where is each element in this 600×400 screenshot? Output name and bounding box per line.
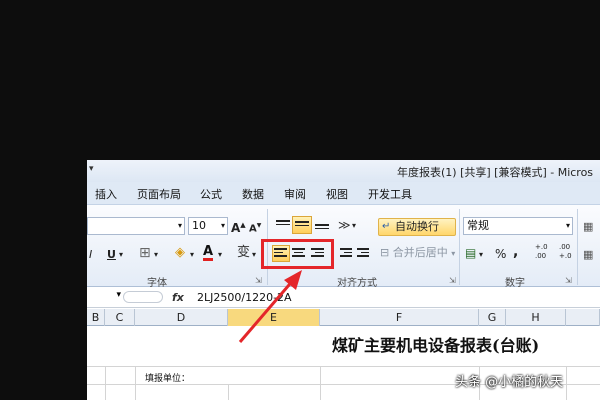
column-header-h[interactable]: H bbox=[506, 309, 566, 326]
tab-insert[interactable]: 插入 bbox=[95, 186, 117, 202]
chevron-down-icon[interactable]: ▾ bbox=[218, 247, 222, 263]
merge-center-button[interactable]: ⊟ 合并后居中 ▾ bbox=[380, 245, 455, 262]
decrease-indent-icon[interactable] bbox=[340, 248, 354, 260]
group-divider bbox=[577, 209, 578, 285]
fill-unit-label-cell[interactable]: 填报单位： bbox=[145, 371, 190, 384]
shrink-font-icon: A bbox=[249, 223, 257, 235]
column-header-d[interactable]: D bbox=[135, 309, 228, 326]
phonetic-guide-button[interactable]: 变 bbox=[237, 245, 250, 261]
title-bar: ▾ 年度报表(1) [共享] [兼容模式] - Micros bbox=[87, 160, 600, 182]
insert-function-button[interactable]: fx bbox=[172, 291, 184, 304]
grid-line bbox=[105, 366, 106, 400]
watermark-text: 头条 @小橘的秋天 bbox=[455, 375, 564, 390]
orientation-icon[interactable]: ≫ bbox=[338, 217, 351, 233]
group-divider bbox=[459, 209, 460, 285]
chevron-down-icon: ▾ bbox=[220, 221, 225, 230]
grid-line bbox=[320, 366, 321, 400]
increase-indent-icon[interactable] bbox=[357, 248, 371, 260]
tab-developer[interactable]: 开发工具 bbox=[368, 186, 412, 202]
ribbon: ▾ 10 ▾ A▲ A▼ I U ▾ ⊞ ▾ ◈ ▾ A ▾ 变 ▾ 字体 ⇲ bbox=[87, 204, 600, 289]
shrink-font-button[interactable]: A▼ bbox=[249, 218, 261, 237]
grid-line bbox=[566, 366, 567, 400]
font-size-value: 10 bbox=[192, 219, 206, 232]
decrease-decimal-button[interactable]: .00 +.0 bbox=[559, 243, 579, 261]
screen: ▾ 年度报表(1) [共享] [兼容模式] - Micros 插入 页面布局 公… bbox=[0, 0, 600, 400]
font-color-button[interactable]: A bbox=[203, 245, 214, 261]
formula-input[interactable]: 2LJ2500/1220-2A bbox=[197, 291, 292, 304]
column-header-i[interactable] bbox=[566, 309, 600, 326]
wrap-text-icon: ↵ bbox=[382, 221, 391, 232]
name-box[interactable]: ▾ bbox=[87, 289, 121, 305]
align-bottom-icon[interactable] bbox=[315, 224, 329, 236]
annotation-highlight-box bbox=[261, 239, 334, 269]
grow-font-icon: A bbox=[231, 221, 241, 235]
excel-window: ▾ 年度报表(1) [共享] [兼容模式] - Micros 插入 页面布局 公… bbox=[87, 160, 600, 400]
font-group-label: 字体 bbox=[147, 278, 167, 289]
increase-decimal-button[interactable]: +.0 .00 bbox=[535, 243, 555, 261]
fill-color-icon[interactable]: ◈ bbox=[175, 245, 185, 261]
tab-page-layout[interactable]: 页面布局 bbox=[137, 186, 181, 202]
column-header-f[interactable]: F bbox=[320, 309, 479, 326]
number-group-label: 数字 bbox=[505, 278, 525, 289]
chevron-down-icon: ▾ bbox=[116, 290, 121, 300]
dialog-launcher-icon[interactable]: ⇲ bbox=[449, 276, 456, 285]
number-format-box[interactable]: 常规 ▾ bbox=[463, 217, 573, 235]
wrap-text-button[interactable]: ↵ 自动换行 bbox=[378, 218, 456, 236]
formula-bar: ▾ fx 2LJ2500/1220-2A bbox=[87, 288, 600, 308]
quick-access-dropdown-icon[interactable]: ▾ bbox=[89, 164, 94, 174]
styles-icon[interactable]: ▦ bbox=[583, 247, 593, 263]
ribbon-tabs: 插入 页面布局 公式 数据 审阅 视图 开发工具 bbox=[87, 182, 600, 204]
border-icon[interactable]: ⊞ bbox=[139, 245, 151, 261]
chevron-down-icon[interactable]: ▾ bbox=[190, 247, 194, 263]
formula-bar-handle[interactable] bbox=[123, 291, 163, 303]
currency-icon[interactable]: ▤ bbox=[465, 245, 476, 261]
chevron-down-icon: ▾ bbox=[177, 221, 182, 230]
grid-line bbox=[87, 366, 600, 367]
grid-line bbox=[228, 384, 229, 400]
column-header-c[interactable]: C bbox=[105, 309, 135, 326]
tab-review[interactable]: 审阅 bbox=[284, 186, 306, 202]
sheet-title-cell[interactable]: 煤矿主要机电设备报表(台账) bbox=[332, 332, 539, 356]
alignment-group-label: 对齐方式 bbox=[337, 278, 377, 289]
column-headers: B C D E F G H bbox=[87, 309, 600, 326]
percent-button[interactable]: % bbox=[495, 246, 506, 262]
dialog-launcher-icon[interactable]: ⇲ bbox=[565, 276, 572, 285]
chevron-down-icon: ▾ bbox=[451, 249, 456, 258]
column-header-b[interactable]: B bbox=[87, 309, 105, 326]
align-middle-button[interactable] bbox=[292, 216, 312, 234]
column-header-e[interactable]: E bbox=[228, 309, 320, 326]
tab-data[interactable]: 数据 bbox=[242, 186, 264, 202]
merge-icon: ⊟ bbox=[380, 246, 390, 259]
chevron-down-icon[interactable]: ▾ bbox=[479, 247, 483, 263]
window-title: 年度报表(1) [共享] [兼容模式] - Micros bbox=[397, 166, 594, 179]
styles-icon[interactable]: ▦ bbox=[583, 219, 593, 235]
chevron-down-icon[interactable]: ▾ bbox=[352, 218, 356, 234]
italic-button[interactable]: I bbox=[89, 247, 92, 263]
font-size-box[interactable]: 10 ▾ bbox=[188, 217, 228, 235]
column-header-g[interactable]: G bbox=[479, 309, 506, 326]
dialog-launcher-icon[interactable]: ⇲ bbox=[255, 276, 262, 285]
align-top-icon[interactable] bbox=[276, 220, 290, 232]
wrap-text-label: 自动换行 bbox=[395, 220, 439, 233]
comma-button[interactable]: , bbox=[513, 244, 518, 260]
grid-line bbox=[135, 366, 136, 400]
tab-formulas[interactable]: 公式 bbox=[200, 186, 222, 202]
grow-font-button[interactable]: A▲ bbox=[231, 217, 246, 236]
chevron-down-icon[interactable]: ▾ bbox=[154, 247, 158, 263]
chevron-down-icon: ▾ bbox=[565, 221, 570, 230]
number-format-value: 常规 bbox=[467, 219, 489, 232]
chevron-down-icon[interactable]: ▾ bbox=[119, 247, 123, 263]
font-name-box[interactable]: ▾ bbox=[87, 217, 185, 235]
underline-button[interactable]: U bbox=[107, 247, 116, 263]
chevron-down-icon[interactable]: ▾ bbox=[252, 247, 256, 263]
merge-center-label: 合并后居中 bbox=[392, 246, 448, 259]
tab-view[interactable]: 视图 bbox=[326, 186, 348, 202]
align-middle-icon bbox=[295, 221, 309, 233]
